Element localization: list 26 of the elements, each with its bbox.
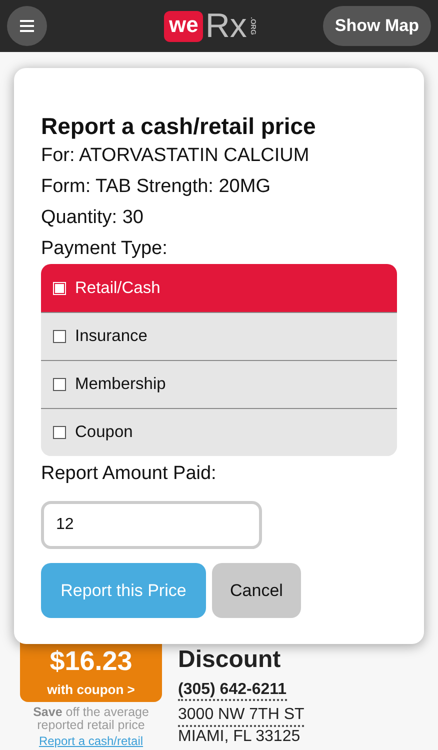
checkbox-icon xyxy=(53,282,66,294)
dialog-title: Report a cash/retail price xyxy=(41,112,317,140)
payment-option[interactable]: Coupon xyxy=(41,408,397,456)
payment-type-label: Payment Type: xyxy=(41,237,168,261)
menu-icon xyxy=(20,20,34,32)
amount-label: Report Amount Paid: xyxy=(41,462,218,486)
pharmacy-heading: Discount xyxy=(178,648,282,672)
address-link[interactable]: 3000 NW 7TH ST xyxy=(178,705,304,727)
show-map-button[interactable]: Show Map xyxy=(322,6,431,46)
cancel-button[interactable]: Cancel xyxy=(212,563,301,618)
drug-detail: Form: TAB Strength: 20MG xyxy=(41,175,272,199)
address-city: MIAMI, FL 33125 xyxy=(178,728,302,746)
payment-option[interactable]: Retail/Cash xyxy=(41,264,397,312)
coupon-link: with coupon > xyxy=(47,682,135,698)
drug-detail: For: ATORVASTATIN CALCIUM xyxy=(41,144,310,168)
amount-field[interactable]: 12 xyxy=(41,501,262,549)
menu-button[interactable] xyxy=(7,6,47,46)
logo-text: Rx xyxy=(205,9,247,43)
drug-detail: Quantity: 30 xyxy=(41,206,144,230)
phone-link[interactable]: (305) 642-6211 xyxy=(178,680,287,701)
logo-bubble: we xyxy=(164,10,204,42)
checkbox-icon xyxy=(53,330,66,343)
checkbox-icon xyxy=(53,426,66,439)
price: $16.23 xyxy=(50,645,132,678)
checkbox-icon xyxy=(53,378,66,391)
save-note: Save off the average reported retail price xyxy=(32,706,150,732)
